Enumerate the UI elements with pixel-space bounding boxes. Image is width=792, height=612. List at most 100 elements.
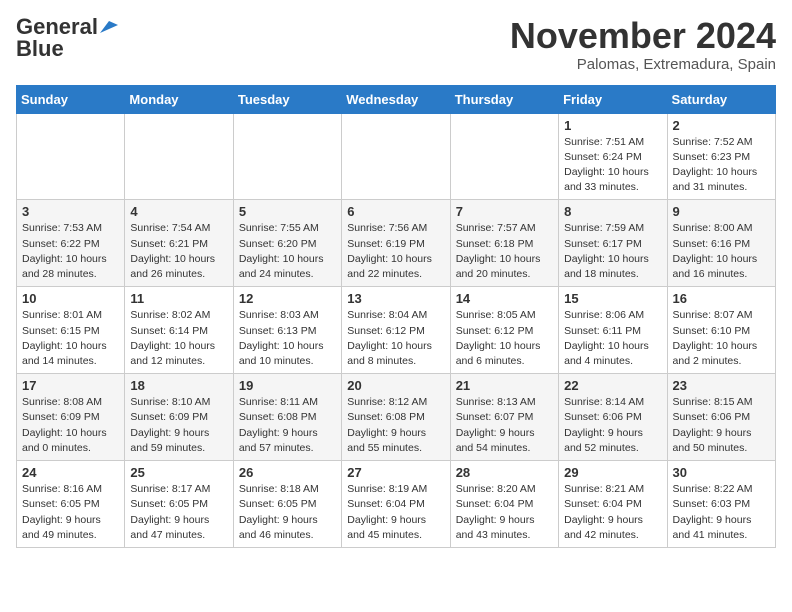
day-info: Sunrise: 7:59 AMSunset: 6:17 PMDaylight:… [564,221,661,282]
day-info: Sunrise: 7:56 AMSunset: 6:19 PMDaylight:… [347,221,444,282]
location: Palomas, Extremadura, Spain [510,56,776,73]
calendar-week-3: 17 Sunrise: 8:08 AMSunset: 6:09 PMDayligh… [17,374,776,461]
calendar-table: SundayMondayTuesdayWednesdayThursdayFrid… [16,85,776,548]
day-info: Sunrise: 7:53 AMSunset: 6:22 PMDaylight:… [22,221,119,282]
day-header-friday: Friday [559,85,667,113]
calendar-week-0: 1Sunrise: 7:51 AMSunset: 6:24 PMDaylight… [17,113,776,200]
calendar-cell: 8 Sunrise: 7:59 AMSunset: 6:17 PMDaylight… [559,200,667,287]
calendar-cell: 10 Sunrise: 8:01 AMSunset: 6:15 PMDayligh… [17,287,125,374]
calendar-cell: 23Sunrise: 8:15 AMSunset: 6:06 PMDayligh… [667,374,775,461]
logo-general: General [16,16,98,38]
calendar-cell: 26Sunrise: 8:18 AMSunset: 6:05 PMDayligh… [233,461,341,548]
day-number: 4 [130,204,227,219]
day-number: 3 [22,204,119,219]
day-info: Sunrise: 8:19 AMSunset: 6:04 PMDaylight:… [347,482,444,543]
day-number: 28 [456,465,553,480]
day-info: Sunrise: 8:17 AMSunset: 6:05 PMDaylight:… [130,482,227,543]
logo: General Blue [16,16,118,60]
day-info: Sunrise: 8:21 AMSunset: 6:04 PMDaylight:… [564,482,661,543]
calendar-header-row: SundayMondayTuesdayWednesdayThursdayFrid… [17,85,776,113]
day-info: Sunrise: 8:02 AMSunset: 6:14 PMDaylight:… [130,308,227,369]
calendar-week-2: 10 Sunrise: 8:01 AMSunset: 6:15 PMDayligh… [17,287,776,374]
day-info: Sunrise: 8:14 AMSunset: 6:06 PMDaylight:… [564,395,661,456]
calendar-cell: 28Sunrise: 8:20 AMSunset: 6:04 PMDayligh… [450,461,558,548]
calendar-cell: 19 Sunrise: 8:11 AMSunset: 6:08 PMDayligh… [233,374,341,461]
calendar-week-1: 3 Sunrise: 7:53 AMSunset: 6:22 PMDaylight… [17,200,776,287]
day-number: 20 [347,378,444,393]
day-info: Sunrise: 7:55 AMSunset: 6:20 PMDaylight:… [239,221,336,282]
day-info: Sunrise: 8:05 AMSunset: 6:12 PMDaylight:… [456,308,553,369]
day-number: 10 [22,291,119,306]
day-number: 14 [456,291,553,306]
day-info: Sunrise: 8:00 AMSunset: 6:16 PMDaylight:… [673,221,770,282]
day-info: Sunrise: 7:57 AMSunset: 6:18 PMDaylight:… [456,221,553,282]
day-number: 15 [564,291,661,306]
day-info: Sunrise: 8:13 AMSunset: 6:07 PMDaylight:… [456,395,553,456]
day-header-thursday: Thursday [450,85,558,113]
calendar-cell: 30 Sunrise: 8:22 AMSunset: 6:03 PMDayligh… [667,461,775,548]
day-number: 19 [239,378,336,393]
calendar-cell: 17 Sunrise: 8:08 AMSunset: 6:09 PMDayligh… [17,374,125,461]
day-info: Sunrise: 8:22 AMSunset: 6:03 PMDaylight:… [673,482,770,543]
day-number: 29 [564,465,661,480]
day-number: 5 [239,204,336,219]
calendar-cell: 25 Sunrise: 8:17 AMSunset: 6:05 PMDayligh… [125,461,233,548]
day-number: 2 [673,118,770,133]
day-header-monday: Monday [125,85,233,113]
calendar-cell: 13 Sunrise: 8:04 AMSunset: 6:12 PMDayligh… [342,287,450,374]
day-header-wednesday: Wednesday [342,85,450,113]
calendar-cell: 2 Sunrise: 7:52 AMSunset: 6:23 PMDaylight… [667,113,775,200]
day-info: Sunrise: 8:07 AMSunset: 6:10 PMDaylight:… [673,308,770,369]
calendar-cell: 16 Sunrise: 8:07 AMSunset: 6:10 PMDayligh… [667,287,775,374]
day-info: Sunrise: 8:16 AMSunset: 6:05 PMDaylight:… [22,482,119,543]
calendar-cell: 20Sunrise: 8:12 AMSunset: 6:08 PMDayligh… [342,374,450,461]
day-info: Sunrise: 8:15 AMSunset: 6:06 PMDaylight:… [673,395,770,456]
day-number: 8 [564,204,661,219]
day-info: Sunrise: 7:54 AMSunset: 6:21 PMDaylight:… [130,221,227,282]
day-info: Sunrise: 8:03 AMSunset: 6:13 PMDaylight:… [239,308,336,369]
calendar-cell: 27 Sunrise: 8:19 AMSunset: 6:04 PMDayligh… [342,461,450,548]
day-number: 24 [22,465,119,480]
day-number: 7 [456,204,553,219]
calendar-cell: 4 Sunrise: 7:54 AMSunset: 6:21 PMDaylight… [125,200,233,287]
calendar-cell: 5 Sunrise: 7:55 AMSunset: 6:20 PMDaylight… [233,200,341,287]
calendar-cell: 15 Sunrise: 8:06 AMSunset: 6:11 PMDayligh… [559,287,667,374]
day-info: Sunrise: 8:11 AMSunset: 6:08 PMDaylight:… [239,395,336,456]
day-number: 21 [456,378,553,393]
day-number: 18 [130,378,227,393]
calendar-cell: 6 Sunrise: 7:56 AMSunset: 6:19 PMDaylight… [342,200,450,287]
calendar-cell: 1Sunrise: 7:51 AMSunset: 6:24 PMDaylight… [559,113,667,200]
day-number: 30 [673,465,770,480]
day-info: Sunrise: 8:01 AMSunset: 6:15 PMDaylight:… [22,308,119,369]
day-header-sunday: Sunday [17,85,125,113]
day-header-tuesday: Tuesday [233,85,341,113]
day-info: Sunrise: 8:18 AMSunset: 6:05 PMDaylight:… [239,482,336,543]
day-number: 17 [22,378,119,393]
day-info: Sunrise: 8:06 AMSunset: 6:11 PMDaylight:… [564,308,661,369]
calendar-cell [17,113,125,200]
day-number: 25 [130,465,227,480]
day-number: 16 [673,291,770,306]
day-info: Sunrise: 8:10 AMSunset: 6:09 PMDaylight:… [130,395,227,456]
day-number: 9 [673,204,770,219]
day-number: 11 [130,291,227,306]
calendar-cell: 7 Sunrise: 7:57 AMSunset: 6:18 PMDaylight… [450,200,558,287]
calendar-cell [342,113,450,200]
day-number: 12 [239,291,336,306]
day-info: Sunrise: 7:52 AMSunset: 6:23 PMDaylight:… [673,135,770,196]
calendar-cell: 18 Sunrise: 8:10 AMSunset: 6:09 PMDayligh… [125,374,233,461]
day-info: Sunrise: 8:04 AMSunset: 6:12 PMDaylight:… [347,308,444,369]
calendar-cell: 9 Sunrise: 8:00 AMSunset: 6:16 PMDaylight… [667,200,775,287]
month-title: November 2024 [510,16,776,56]
day-number: 6 [347,204,444,219]
calendar-cell [450,113,558,200]
day-number: 27 [347,465,444,480]
calendar-cell: 21 Sunrise: 8:13 AMSunset: 6:07 PMDayligh… [450,374,558,461]
day-info: Sunrise: 8:08 AMSunset: 6:09 PMDaylight:… [22,395,119,456]
logo-bird-icon [100,21,118,33]
calendar-cell: 22Sunrise: 8:14 AMSunset: 6:06 PMDayligh… [559,374,667,461]
calendar-cell: 11 Sunrise: 8:02 AMSunset: 6:14 PMDayligh… [125,287,233,374]
calendar-cell: 29 Sunrise: 8:21 AMSunset: 6:04 PMDayligh… [559,461,667,548]
day-number: 13 [347,291,444,306]
day-number: 1 [564,118,661,133]
